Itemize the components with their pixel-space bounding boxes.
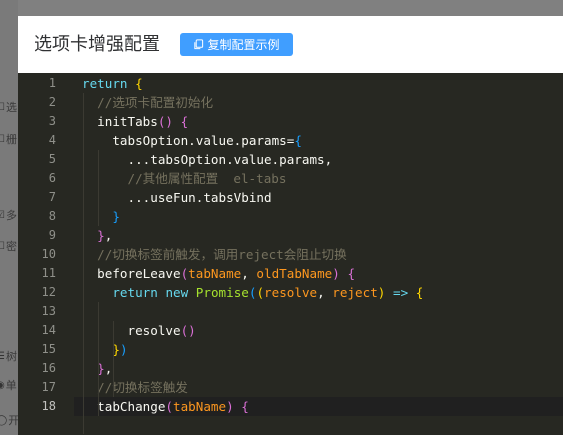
code-text: initTabs() { bbox=[97, 114, 189, 129]
line-number: 1 bbox=[48, 76, 56, 90]
code-text: //切换标签前触发，调用reject会阻止切换 bbox=[97, 247, 347, 262]
line-number: 3 bbox=[48, 114, 56, 128]
code-line: ...tabsOption.value.params, bbox=[18, 150, 563, 169]
indent-guide bbox=[113, 321, 114, 397]
line-number: 2 bbox=[48, 95, 56, 109]
dialog-header: 选项卡增强配置 复制配置示例 bbox=[18, 16, 563, 73]
code-line: //选项卡配置初始化 bbox=[18, 93, 563, 112]
code-line: tabChange(tabName) { bbox=[18, 397, 563, 416]
line-number: 16 bbox=[41, 361, 56, 375]
background-item-label: 选 bbox=[5, 102, 17, 114]
indent-guide bbox=[83, 93, 84, 434]
background-item-label: 单 bbox=[5, 380, 17, 392]
code-text: resolve() bbox=[127, 323, 196, 338]
indent-guide bbox=[98, 302, 99, 416]
line-number: 13 bbox=[41, 304, 56, 318]
background-item-icon: ☐ bbox=[0, 101, 5, 113]
line-number: 14 bbox=[41, 323, 56, 337]
background-item-icon: ◉ bbox=[0, 379, 5, 391]
code-line: resolve() bbox=[18, 321, 563, 340]
background-sidebar-item: ☐ 选 bbox=[0, 99, 18, 115]
line-number: 12 bbox=[41, 285, 56, 299]
indent-guide bbox=[98, 150, 99, 226]
background-sidebar-item: ◯ 开 bbox=[0, 412, 18, 428]
code-line: //其他属性配置 el-tabs bbox=[18, 169, 563, 188]
line-number: 10 bbox=[41, 247, 56, 261]
code-line: return new Promise((resolve, reject) => … bbox=[18, 283, 563, 302]
code-text: //其他属性配置 el-tabs bbox=[127, 171, 287, 186]
background-item-icon: ☐ bbox=[0, 133, 5, 145]
background-header bbox=[0, 0, 563, 16]
code-text: return new Promise((resolve, reject) => … bbox=[112, 285, 424, 300]
background-sidebar-item: ☑ 多 bbox=[0, 207, 18, 223]
code-text: }) bbox=[112, 342, 128, 357]
line-number: 18 bbox=[41, 399, 56, 413]
background-sidebar-item: ☰ 树 bbox=[0, 348, 18, 364]
dialog-title: 选项卡增强配置 bbox=[34, 34, 160, 55]
line-number: 17 bbox=[41, 380, 56, 394]
line-number: 6 bbox=[48, 171, 56, 185]
code-line: return { bbox=[18, 74, 563, 93]
copy-config-example-button[interactable]: 复制配置示例 bbox=[180, 33, 293, 56]
code-line: tabsOption.value.params={ bbox=[18, 131, 563, 150]
code-line: }, bbox=[18, 226, 563, 245]
background-item-label: 密 bbox=[5, 241, 17, 253]
background-item-label: 栅 bbox=[5, 134, 17, 146]
tabs-config-dialog: 选项卡增强配置 复制配置示例 return { //选项卡配置初始化 initT… bbox=[18, 16, 563, 435]
background-item-icon: ☑ bbox=[0, 209, 5, 221]
line-number: 4 bbox=[48, 133, 56, 147]
code-line: } bbox=[18, 207, 563, 226]
background-sidebar-item: ☐ 栅 bbox=[0, 131, 18, 147]
code-line: beforeLeave(tabName, oldTabName) { bbox=[18, 264, 563, 283]
code-text: //选项卡配置初始化 bbox=[97, 95, 214, 110]
line-number: 5 bbox=[48, 152, 56, 166]
code-line: initTabs() { bbox=[18, 112, 563, 131]
copy-icon bbox=[194, 39, 204, 50]
code-line: //切换标签前触发，调用reject会阻止切换 bbox=[18, 245, 563, 264]
code-editor[interactable]: return { //选项卡配置初始化 initTabs() { tabsOpt… bbox=[18, 73, 563, 435]
background-item-label: 开 bbox=[8, 415, 18, 427]
code-text: tabsOption.value.params={ bbox=[112, 133, 302, 148]
background-item-label: 树 bbox=[5, 351, 17, 363]
background-item-icon: ☐ bbox=[0, 240, 5, 252]
code-text: beforeLeave(tabName, oldTabName) { bbox=[97, 266, 356, 281]
code-text: return { bbox=[82, 76, 143, 91]
code-line: ...useFun.tabsVbind bbox=[18, 188, 563, 207]
background-sidebar-item: ◉ 单 bbox=[0, 377, 18, 393]
background-item-label: 多 bbox=[5, 210, 17, 222]
background-item-icon: ☰ bbox=[0, 350, 5, 362]
code-text: } bbox=[112, 209, 120, 224]
code-text: tabChange(tabName) { bbox=[97, 399, 249, 414]
copy-button-label: 复制配置示例 bbox=[207, 38, 280, 52]
line-number: 7 bbox=[48, 190, 56, 204]
line-number: 8 bbox=[48, 209, 56, 223]
code-line: //切换标签触发 bbox=[18, 378, 563, 397]
line-number: 15 bbox=[41, 342, 56, 356]
code-line: }) bbox=[18, 340, 563, 359]
background-item-icon: ◯ bbox=[0, 414, 8, 426]
line-number: 9 bbox=[48, 228, 56, 242]
code-text: }, bbox=[97, 228, 113, 243]
code-line: }, bbox=[18, 359, 563, 378]
line-number-gutter: 1 2 3 4 5 6 7 8 9 10 11 12 13 14 15 16 17 18 bbox=[18, 73, 74, 435]
code-text: ...tabsOption.value.params, bbox=[127, 152, 333, 167]
background-sidebar-item: ☐ 密 bbox=[0, 238, 18, 254]
line-number: 11 bbox=[41, 266, 56, 280]
code-text: ...useFun.tabsVbind bbox=[127, 190, 272, 205]
